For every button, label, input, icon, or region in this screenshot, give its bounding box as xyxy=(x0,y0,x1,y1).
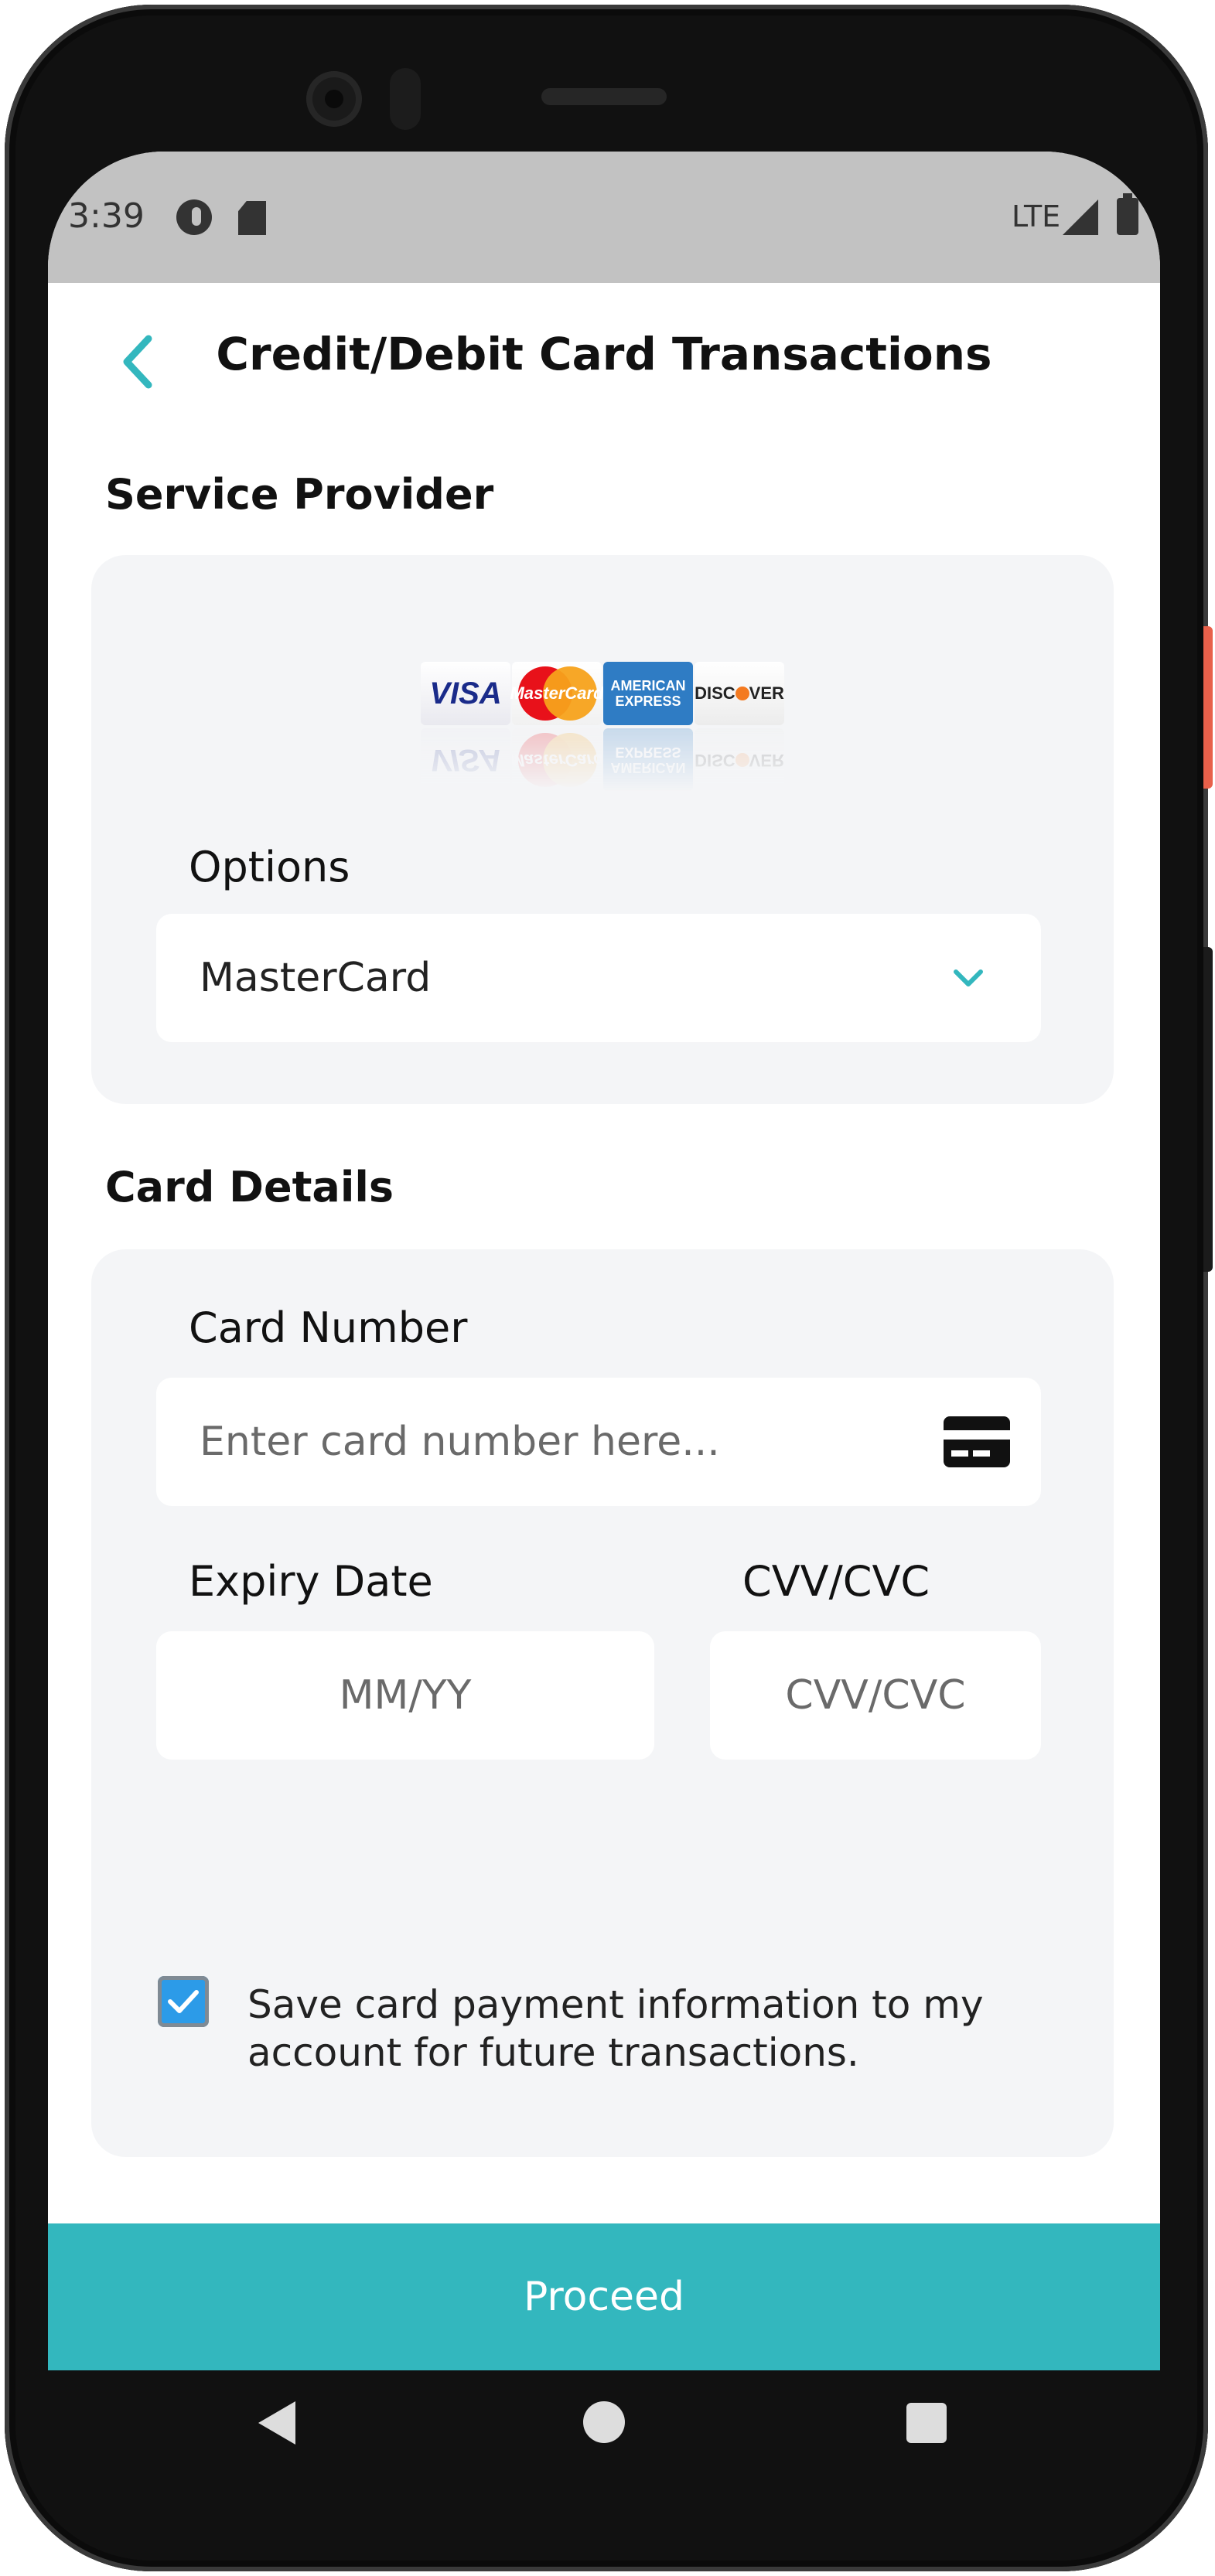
front-camera xyxy=(306,71,362,127)
visa-logo-reflection: VISA xyxy=(421,728,510,792)
app-notification-icon xyxy=(176,199,212,235)
power-button xyxy=(1203,626,1213,789)
page-title: Credit/Debit Card Transactions xyxy=(216,328,992,380)
amex-logo: AMERICAN EXPRESS xyxy=(603,662,693,725)
status-bar: 3:39 LTE xyxy=(48,152,1160,283)
cvv-field[interactable] xyxy=(710,1631,1041,1760)
signal-icon xyxy=(1063,199,1098,235)
proceed-label: Proceed xyxy=(523,2274,685,2320)
system-nav-bar xyxy=(48,2370,1160,2502)
discover-logo: DISC VER xyxy=(695,662,784,725)
mastercard-logo-reflection: MasterCard xyxy=(510,728,604,792)
nav-recents-icon[interactable] xyxy=(906,2403,947,2443)
network-type: LTE xyxy=(1012,199,1061,233)
card-number-field[interactable] xyxy=(156,1378,1041,1506)
card-details-heading: Card Details xyxy=(105,1163,394,1211)
nav-home-icon[interactable] xyxy=(583,2401,625,2443)
expiry-date-input[interactable] xyxy=(156,1671,654,1719)
selected-option: MasterCard xyxy=(200,955,432,1001)
status-time: 3:39 xyxy=(68,196,145,236)
card-brand-logos: VISA MasterCard AMERICAN EXPRESS DISC VER… xyxy=(419,662,798,793)
cvv-label: CVV/CVC xyxy=(742,1557,930,1606)
options-dropdown[interactable]: MasterCard xyxy=(156,914,1041,1042)
app-screen: 3:39 LTE Credit/Debit Card Transactions … xyxy=(48,152,1160,2370)
battery-icon xyxy=(1117,193,1138,235)
cvv-input[interactable] xyxy=(710,1671,1041,1719)
save-card-checkbox[interactable] xyxy=(158,1976,209,2027)
expiry-date-field[interactable] xyxy=(156,1631,654,1760)
checkmark-icon xyxy=(168,1990,199,2013)
sd-card-icon xyxy=(238,201,266,235)
chevron-down-icon xyxy=(954,969,983,986)
proximity-sensor xyxy=(390,68,421,130)
visa-logo: VISA xyxy=(421,662,510,725)
mastercard-logo: MasterCard xyxy=(510,662,604,725)
card-number-label: Card Number xyxy=(189,1303,468,1352)
earpiece-speaker xyxy=(541,88,667,105)
options-label: Options xyxy=(189,843,350,891)
credit-card-icon xyxy=(944,1416,1010,1467)
card-number-input[interactable] xyxy=(156,1418,897,1466)
discover-logo-reflection: DISC VER xyxy=(695,728,784,792)
expiry-date-label: Expiry Date xyxy=(189,1557,433,1606)
save-card-text: Save card payment information to my acco… xyxy=(247,1982,984,2075)
volume-button xyxy=(1203,947,1213,1272)
service-provider-heading: Service Provider xyxy=(105,470,494,519)
proceed-button[interactable]: Proceed xyxy=(48,2223,1160,2370)
amex-logo-reflection: AMERICAN EXPRESS xyxy=(603,728,693,792)
nav-back-icon[interactable] xyxy=(258,2401,295,2445)
